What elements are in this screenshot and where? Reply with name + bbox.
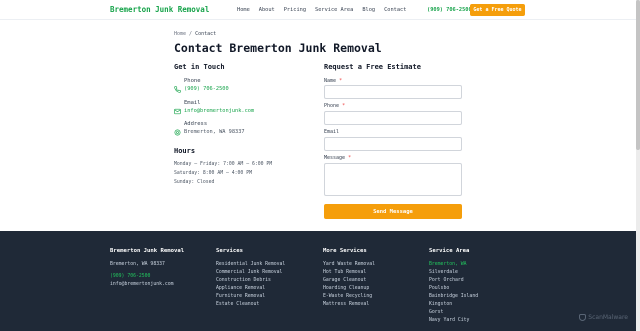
- name-label-text: Name: [324, 78, 337, 84]
- footer-brand-title: Bremerton Junk Removal: [110, 248, 185, 254]
- nav-home[interactable]: Home: [237, 7, 250, 13]
- footer-link[interactable]: Gorst: [429, 309, 478, 317]
- footer-link[interactable]: Kingston: [429, 301, 478, 309]
- email-field-label: Email: [324, 129, 339, 135]
- footer-service-area: Service Area Bremerton, WA Silverdale Po…: [429, 248, 478, 325]
- form-heading: Request a Free Estimate: [324, 63, 421, 71]
- footer-link[interactable]: Navy Yard City: [429, 317, 478, 325]
- nav-blog[interactable]: Blog: [362, 7, 375, 13]
- hours-sunday: Sunday: Closed: [174, 180, 215, 185]
- phone-link[interactable]: (909) 706-2500: [184, 86, 229, 92]
- footer-link[interactable]: Appliance Removal: [216, 285, 285, 293]
- footer-link[interactable]: Construction Debris: [216, 277, 285, 285]
- hours-weekday: Monday – Friday: 7:00 AM – 6:00 PM: [174, 162, 273, 167]
- footer-link[interactable]: E-Waste Recycling: [323, 293, 375, 301]
- footer-link[interactable]: Mattress Removal: [323, 301, 375, 309]
- site-logo[interactable]: Bremerton Junk Removal: [110, 5, 209, 14]
- phone-icon: [174, 78, 182, 93]
- nav-about[interactable]: About: [259, 7, 275, 13]
- address-label: Address: [184, 121, 208, 127]
- required-mark: *: [339, 78, 343, 84]
- shield-icon: [579, 314, 587, 321]
- footer-link[interactable]: Yard Waste Removal: [323, 261, 375, 269]
- footer-link[interactable]: Silverdale: [429, 269, 478, 277]
- footer-link[interactable]: Poulsbo: [429, 285, 478, 293]
- footer-link[interactable]: Hot Tub Removal: [323, 269, 375, 277]
- email-field-label-text: Email: [324, 129, 340, 135]
- phone-input[interactable]: [324, 111, 462, 125]
- breadcrumb-home[interactable]: Home: [174, 31, 186, 37]
- main-nav: Home About Pricing Service Area Blog Con…: [237, 7, 406, 13]
- contact-heading: Get in Touch: [174, 63, 225, 71]
- email-label: Email: [184, 100, 201, 106]
- message-label: Message *: [324, 155, 351, 161]
- send-message-button[interactable]: Send Message: [324, 204, 462, 219]
- footer-email-link[interactable]: info@bremertonjunk.com: [110, 281, 184, 289]
- footer-link[interactable]: Bremerton, WA: [429, 261, 478, 269]
- hours-saturday: Saturday: 8:00 AM – 4:00 PM: [174, 171, 252, 176]
- page-title: Contact Bremerton Junk Removal: [174, 41, 382, 55]
- watermark: ScanMalware: [579, 314, 628, 321]
- hours-list: Monday – Friday: 7:00 AM – 6:00 PM Satur…: [174, 160, 272, 187]
- free-quote-button[interactable]: Get a Free Quote: [470, 4, 525, 16]
- mail-icon: [174, 100, 182, 115]
- watermark-text: ScanMalware: [588, 314, 628, 321]
- footer-more-services: More Services Yard Waste Removal Hot Tub…: [323, 248, 375, 309]
- email-link[interactable]: info@bremertonjunk.com: [184, 108, 254, 114]
- message-textarea[interactable]: [324, 163, 462, 196]
- site-header: Bremerton Junk Removal Home About Pricin…: [0, 0, 636, 20]
- footer-services: Services Residential Junk Removal Commer…: [216, 248, 285, 309]
- contact-address: Address Bremerton, WA 98337: [174, 121, 304, 139]
- phone-field-label: Phone *: [324, 103, 345, 109]
- contact-email: Email info@bremertonjunk.com: [174, 100, 304, 118]
- email-input[interactable]: [324, 137, 462, 151]
- required-mark: *: [348, 155, 352, 161]
- message-label-text: Message: [324, 155, 346, 161]
- page-scrollbar[interactable]: [636, 0, 640, 331]
- location-pin-icon: [174, 121, 182, 136]
- footer-link[interactable]: Hoarding Cleanup: [323, 285, 375, 293]
- footer-link[interactable]: Furniture Removal: [216, 293, 285, 301]
- breadcrumb: Home / Contact: [174, 31, 216, 37]
- site-footer: Bremerton Junk Removal Bremerton, WA 983…: [0, 231, 636, 331]
- footer-brand: Bremerton Junk Removal Bremerton, WA 983…: [110, 248, 184, 289]
- phone-field-label-text: Phone: [324, 103, 340, 109]
- footer-link[interactable]: Port Orchard: [429, 277, 478, 285]
- footer-link[interactable]: Commercial Junk Removal: [216, 269, 285, 277]
- breadcrumb-current: Contact: [195, 31, 217, 37]
- footer-location: Bremerton, WA 98337: [110, 262, 165, 267]
- footer-link[interactable]: Garage Cleanout: [323, 277, 375, 285]
- nav-contact[interactable]: Contact: [384, 7, 406, 13]
- name-label: Name *: [324, 78, 342, 84]
- nav-pricing[interactable]: Pricing: [284, 7, 306, 13]
- breadcrumb-separator: /: [189, 31, 193, 37]
- required-mark: *: [342, 103, 346, 109]
- footer-link[interactable]: Bainbridge Island: [429, 293, 478, 301]
- header-phone-link[interactable]: (909) 706-2500: [427, 7, 472, 13]
- footer-service-area-title: Service Area: [429, 248, 470, 254]
- nav-service-area[interactable]: Service Area: [315, 7, 353, 13]
- contact-phone: Phone (909) 706-2500: [174, 78, 304, 96]
- address-value: Bremerton, WA 98337: [184, 129, 245, 135]
- phone-label: Phone: [184, 78, 201, 84]
- footer-more-services-title: More Services: [323, 248, 367, 254]
- footer-phone-link[interactable]: (909) 706-2500: [110, 273, 184, 281]
- footer-link[interactable]: Estate Cleanout: [216, 301, 285, 309]
- hours-heading: Hours: [174, 147, 196, 155]
- name-input[interactable]: [324, 85, 462, 99]
- scrollbar-thumb[interactable]: [636, 0, 640, 150]
- footer-services-title: Services: [216, 248, 243, 254]
- footer-link[interactable]: Residential Junk Removal: [216, 261, 285, 269]
